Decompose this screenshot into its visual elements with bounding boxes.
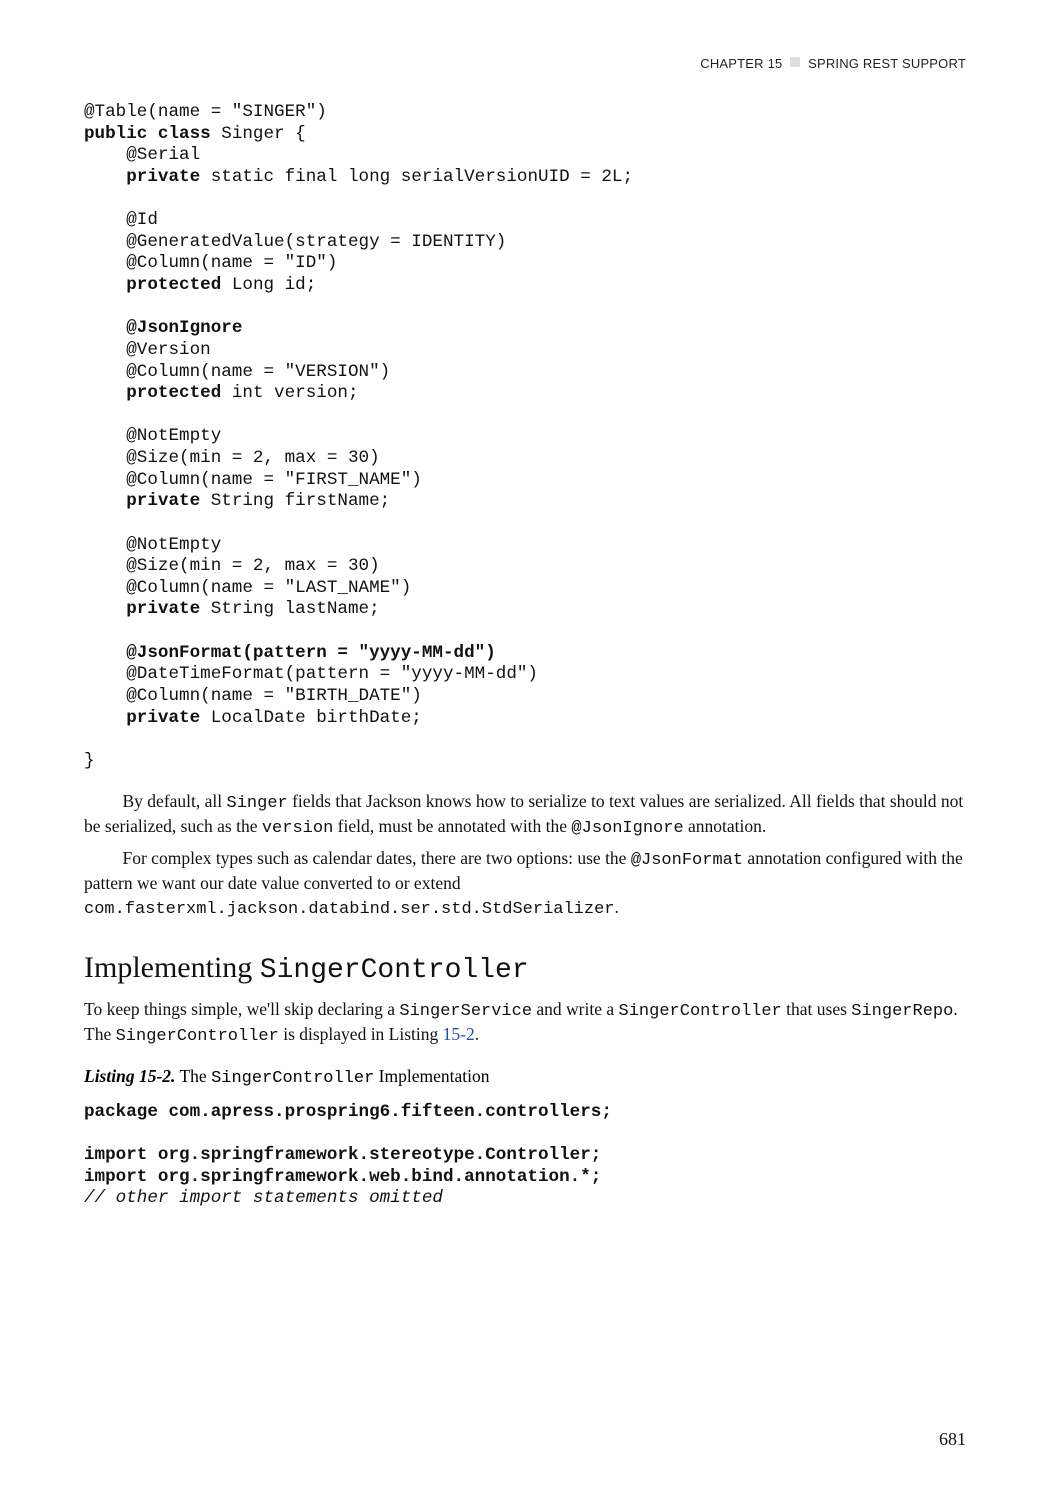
- code-line: @Column(name = "ID"): [84, 253, 337, 273]
- body-text: By default, all Singer fields that Jacks…: [84, 790, 966, 920]
- inline-code: SingerController: [211, 1069, 374, 1088]
- code-indent: [84, 708, 126, 728]
- code-line: }: [84, 751, 95, 771]
- code-annotation: @JsonIgnore: [126, 318, 242, 338]
- code-keyword: public class: [84, 124, 211, 144]
- paragraph: For complex types such as calendar dates…: [84, 847, 966, 921]
- text: .: [615, 897, 619, 917]
- code-line: @Column(name = "FIRST_NAME"): [84, 470, 422, 490]
- text: By default, all: [123, 791, 227, 811]
- code-keyword: protected: [126, 275, 221, 295]
- inline-code: version: [262, 819, 333, 838]
- code-indent: [84, 599, 126, 619]
- heading-code: SingerController: [260, 955, 529, 986]
- code-line: String lastName;: [200, 599, 380, 619]
- text: field, must be annotated with the: [333, 816, 571, 836]
- inline-code: SingerRepo: [851, 1002, 953, 1021]
- text: .: [475, 1024, 479, 1044]
- text: is displayed in Listing: [279, 1024, 443, 1044]
- running-header: CHAPTER 15 SPRING REST SUPPORT: [700, 56, 966, 71]
- code-keyword: private: [126, 599, 200, 619]
- code-line: @GeneratedValue(strategy = IDENTITY): [84, 232, 506, 252]
- listing-caption: Listing 15-2. The SingerController Imple…: [84, 1066, 966, 1088]
- code-line: @Column(name = "BIRTH_DATE"): [84, 686, 422, 706]
- code-line: @DateTimeFormat(pattern = "yyyy-MM-dd"): [84, 664, 538, 684]
- code-keyword: private: [126, 491, 200, 511]
- code-line: @Table(name = "SINGER"): [84, 102, 327, 122]
- section-heading: Implementing SingerController: [84, 951, 966, 986]
- code-line: @Serial: [84, 145, 200, 165]
- inline-code: @JsonIgnore: [571, 819, 683, 838]
- code-line: int version;: [221, 383, 358, 403]
- paragraph: By default, all Singer fields that Jacks…: [84, 790, 966, 840]
- code-keyword: protected: [126, 383, 221, 403]
- code-block-listing: package com.apress.prospring6.fifteen.co…: [84, 1102, 966, 1210]
- code-line: String firstName;: [200, 491, 390, 511]
- code-line: @NotEmpty: [84, 426, 221, 446]
- code-line: LocalDate birthDate;: [200, 708, 422, 728]
- separator-icon: [790, 57, 800, 67]
- code-line: @Version: [84, 340, 211, 360]
- text: annotation.: [684, 816, 767, 836]
- code-annotation: @JsonFormat(pattern = "yyyy-MM-dd"): [126, 643, 496, 663]
- code-line: import org.springframework.web.bind.anno…: [84, 1167, 601, 1187]
- inline-code: SingerController: [116, 1027, 279, 1046]
- code-block-singer-class: @Table(name = "SINGER") public class Sin…: [84, 102, 966, 772]
- code-comment: // other import statements omitted: [84, 1188, 443, 1208]
- inline-code: Singer: [227, 794, 288, 813]
- code-line: @NotEmpty: [84, 535, 221, 555]
- code-line: Long id;: [221, 275, 316, 295]
- text: For complex types such as calendar dates…: [123, 848, 631, 868]
- code-line: Singer {: [211, 124, 306, 144]
- code-line: @Size(min = 2, max = 30): [84, 556, 380, 576]
- inline-code: com.fasterxml.jackson.databind.ser.std.S…: [84, 900, 615, 919]
- inline-code: SingerService: [399, 1002, 532, 1021]
- page: CHAPTER 15 SPRING REST SUPPORT @Table(na…: [0, 0, 1050, 1500]
- code-indent: [84, 491, 126, 511]
- code-line: @Column(name = "VERSION"): [84, 362, 390, 382]
- chapter-title: SPRING REST SUPPORT: [808, 56, 966, 71]
- code-line: package com.apress.prospring6.fifteen.co…: [84, 1102, 612, 1122]
- paragraph: To keep things simple, we'll skip declar…: [84, 998, 966, 1048]
- code-line: @Size(min = 2, max = 30): [84, 448, 380, 468]
- code-indent: [84, 643, 126, 663]
- text: and write a: [532, 999, 619, 1019]
- text: Implementation: [374, 1066, 489, 1086]
- text: that uses: [782, 999, 852, 1019]
- code-line: static final long serialVersionUID = 2L;: [200, 167, 633, 187]
- page-number: 681: [939, 1429, 966, 1450]
- code-line: @Column(name = "LAST_NAME"): [84, 578, 411, 598]
- text: The: [175, 1066, 211, 1086]
- code-keyword: private: [126, 708, 200, 728]
- code-indent: [84, 318, 126, 338]
- inline-code: SingerController: [619, 1002, 782, 1021]
- code-indent: [84, 383, 126, 403]
- code-line: @Id: [84, 210, 158, 230]
- listing-link[interactable]: 15-2: [443, 1024, 475, 1044]
- listing-number: Listing 15-2.: [84, 1066, 175, 1086]
- code-keyword: private: [126, 167, 200, 187]
- code-indent: [84, 167, 126, 187]
- inline-code: @JsonFormat: [631, 851, 743, 870]
- text: To keep things simple, we'll skip declar…: [84, 999, 399, 1019]
- heading-text: Implementing: [84, 951, 260, 984]
- code-line: import org.springframework.stereotype.Co…: [84, 1145, 601, 1165]
- chapter-label: CHAPTER 15: [700, 56, 782, 71]
- code-indent: [84, 275, 126, 295]
